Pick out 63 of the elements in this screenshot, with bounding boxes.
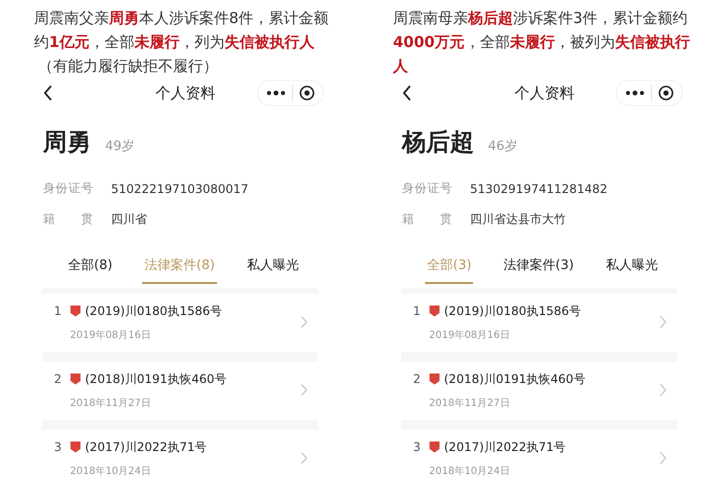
case-card[interactable]: 2 (2018)川0191执恢460号 2018年11月27日 xyxy=(42,362,318,420)
case-card[interactable]: 1 (2019)川0180执1586号 2019年08月16日 xyxy=(42,294,318,352)
caption-text: 周震南母亲杨后超涉诉案件3件，累计金额约4000万元，全部未履行，被列为失信被执行人 xyxy=(393,8,691,77)
shield-badge-icon xyxy=(70,373,81,385)
case-title: (2018)川0191执恢460号 xyxy=(85,370,226,388)
caption-text: 周震南父亲周勇本人涉诉案件8件，累计金额约1亿元，全部未履行，列为失信被执行人 xyxy=(34,8,330,53)
field-value: 四川省达县市大竹 xyxy=(470,211,566,228)
chevron-right-icon xyxy=(659,383,667,397)
case-title: (2017)川2022执71号 xyxy=(444,438,566,456)
case-number: 3 xyxy=(413,440,422,454)
case-date: 2018年11月27日 xyxy=(429,396,511,410)
case-title: (2017)川2022执71号 xyxy=(85,438,207,456)
case-number: 1 xyxy=(54,304,63,318)
case-card[interactable]: 1 (2019)川0180执1586号 2019年08月16日 xyxy=(401,294,677,352)
chevron-right-icon xyxy=(300,451,308,465)
shield-badge-icon xyxy=(429,441,440,453)
field-value: 四川省 xyxy=(111,211,147,228)
case-number: 2 xyxy=(413,372,422,386)
field-label: 身份证号 xyxy=(402,180,452,197)
case-number: 3 xyxy=(54,440,63,454)
person-name: 周勇 xyxy=(43,127,91,158)
back-icon[interactable] xyxy=(42,84,54,102)
shield-badge-icon xyxy=(70,305,81,317)
person-age: 46岁 xyxy=(488,138,518,155)
shield-badge-icon xyxy=(429,373,440,385)
page-title: 个人资料 xyxy=(154,84,216,102)
case-date: 2019年08月16日 xyxy=(429,328,511,342)
tab[interactable]: 私人曝光 xyxy=(244,250,301,284)
chevron-right-icon xyxy=(300,315,308,329)
case-title: (2019)川0180执1586号 xyxy=(444,302,581,320)
case-title: (2019)川0180执1586号 xyxy=(85,302,222,320)
case-date: 2018年11月27日 xyxy=(70,396,152,410)
case-card[interactable]: 2 (2018)川0191执恢460号 2018年11月27日 xyxy=(401,362,677,420)
back-icon[interactable] xyxy=(401,84,413,102)
field-label: 籍贯 xyxy=(43,211,93,228)
tab[interactable]: 私人曝光 xyxy=(604,250,660,284)
tab[interactable]: 全部(8) xyxy=(66,250,114,284)
person-age: 49岁 xyxy=(105,138,135,155)
tab[interactable]: 法律案件(3) xyxy=(501,250,576,284)
chevron-right-icon xyxy=(659,451,667,465)
field-label: 籍贯 xyxy=(402,211,452,228)
more-icon[interactable] xyxy=(625,90,645,96)
field-value: 513029197411281482 xyxy=(470,182,608,196)
case-date: 2018年10月24日 xyxy=(429,464,511,478)
person-name: 杨后超 xyxy=(402,127,474,158)
field-label: 身份证号 xyxy=(43,180,93,197)
page-title: 个人资料 xyxy=(514,84,576,102)
shield-badge-icon xyxy=(70,441,81,453)
shield-badge-icon xyxy=(429,305,440,317)
case-card[interactable]: 3 (2017)川2022执71号 2018年10月24日 xyxy=(42,430,318,480)
case-date: 2018年10月24日 xyxy=(70,464,152,478)
more-icon[interactable] xyxy=(266,90,286,96)
chevron-right-icon xyxy=(659,315,667,329)
case-date: 2019年08月16日 xyxy=(70,328,152,342)
menu-capsule[interactable] xyxy=(257,80,324,106)
menu-capsule[interactable] xyxy=(616,80,683,106)
case-title: (2018)川0191执恢460号 xyxy=(444,370,586,388)
chevron-right-icon xyxy=(300,383,308,397)
case-number: 2 xyxy=(54,372,63,386)
case-number: 1 xyxy=(413,304,422,318)
case-card[interactable]: 3 (2017)川2022执71号 2018年10月24日 xyxy=(401,430,677,480)
caption-note: （有能力履行缺拒不履行） xyxy=(38,56,219,77)
field-value: 510222197103080017 xyxy=(111,182,248,196)
